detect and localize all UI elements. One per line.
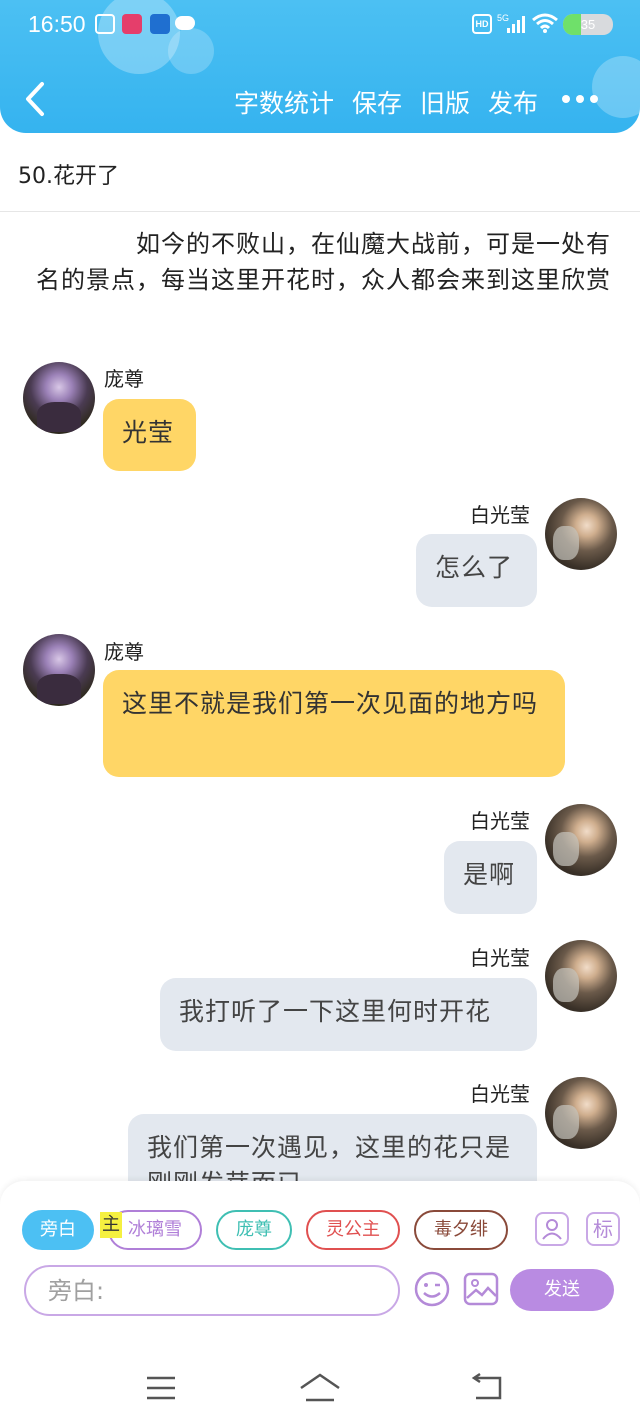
chevron-left-icon[interactable] <box>20 80 50 118</box>
character-chip[interactable]: 庞尊 <box>216 1210 292 1250</box>
chapter-title[interactable]: 50.花开了 <box>18 158 119 190</box>
decor-bubble <box>592 56 640 118</box>
word-count-button[interactable]: 字数统计 <box>234 84 334 120</box>
chat-bubble[interactable]: 是啊 <box>444 841 537 914</box>
signal-icon: 5G <box>497 13 525 33</box>
chat-bubble[interactable]: 光莹 <box>103 399 196 471</box>
chat-bubble[interactable]: 我打听了一下这里何时开花 <box>160 978 537 1051</box>
image-icon[interactable] <box>462 1270 500 1308</box>
character-chip-narrator[interactable]: 旁白 <box>22 1210 94 1250</box>
notification-app-icon <box>95 14 115 34</box>
send-button[interactable]: 发送 <box>510 1269 614 1311</box>
narration-text[interactable]: 如今的不败山，在仙魔大战前，可是一处有名的景点，每当这里开花时，众人都会来到这里… <box>36 226 611 298</box>
status-time: 16:50 <box>28 11 86 37</box>
back-icon[interactable] <box>470 1372 506 1404</box>
notification-app-icon <box>150 14 170 34</box>
app-header: 16:50 HD 5G 35 字数统计 保存 旧版 发布 <box>0 0 640 133</box>
cloud-icon <box>175 16 195 30</box>
publish-button[interactable]: 发布 <box>488 84 538 120</box>
mark-button[interactable]: 标 <box>586 1212 620 1246</box>
speaker-name: 白光莹 <box>470 1082 530 1106</box>
home-icon[interactable] <box>298 1370 342 1404</box>
status-bar: 16:50 HD 5G 35 <box>0 0 640 50</box>
main-character-badge: 主 <box>100 1212 122 1238</box>
chat-bubble[interactable]: 怎么了 <box>416 534 537 607</box>
notification-app-icon <box>122 14 142 34</box>
menu-icon[interactable] <box>145 1372 177 1404</box>
battery-icon: 35 <box>563 14 613 35</box>
wifi-icon <box>532 13 558 33</box>
avatar[interactable] <box>545 804 617 876</box>
avatar[interactable] <box>23 362 95 434</box>
header-actions: 字数统计 保存 旧版 发布 <box>234 84 538 120</box>
speaker-name: 庞尊 <box>104 367 144 391</box>
speaker-name: 白光莹 <box>470 946 530 970</box>
avatar[interactable] <box>545 498 617 570</box>
divider <box>0 211 640 212</box>
chat-bubble[interactable]: 这里不就是我们第一次见面的地方吗 <box>103 670 565 777</box>
dialogue-input[interactable] <box>24 1265 400 1316</box>
speaker-name: 庞尊 <box>104 640 144 664</box>
save-button[interactable]: 保存 <box>352 84 402 120</box>
avatar[interactable] <box>23 634 95 706</box>
old-version-button[interactable]: 旧版 <box>420 84 470 120</box>
character-chip[interactable]: 灵公主 <box>306 1210 400 1250</box>
avatar[interactable] <box>545 1077 617 1149</box>
network-label: 5G <box>497 13 509 23</box>
battery-level: 35 <box>580 17 596 32</box>
more-horizontal-icon[interactable] <box>560 95 600 105</box>
hd-icon: HD <box>472 14 492 34</box>
avatar[interactable] <box>545 940 617 1012</box>
person-card-icon[interactable] <box>535 1212 569 1246</box>
emoji-icon[interactable] <box>413 1270 451 1308</box>
speaker-name: 白光莹 <box>470 503 530 527</box>
character-chip[interactable]: 毒夕绯 <box>414 1210 508 1250</box>
speaker-name: 白光莹 <box>470 809 530 833</box>
character-chip[interactable]: 冰璃雪 <box>108 1210 202 1250</box>
